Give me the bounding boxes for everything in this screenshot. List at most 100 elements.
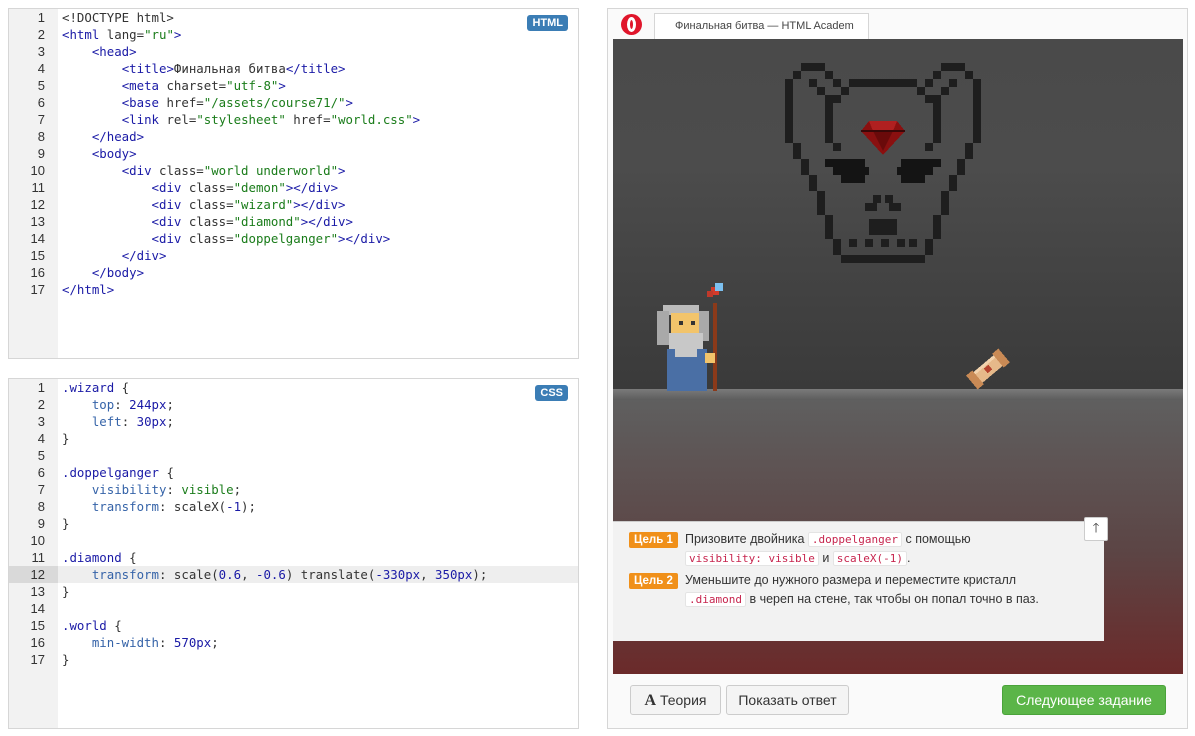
css-code[interactable]: 1 .wizard {2 top: 244px; 3 left: 30px; 4} 5 6… — [9, 379, 578, 668]
code-line[interactable]: 4} — [9, 430, 578, 447]
code-line[interactable]: 10 — [9, 532, 578, 549]
code-line[interactable]: 7 visibility: visible; — [9, 481, 578, 498]
html-editor[interactable]: 1 <!DOCTYPE html> 2 <html lang="ru"> 3 <head… — [8, 8, 579, 359]
code-line[interactable]: 6 <base href="/assets/course71/"> — [9, 94, 578, 111]
collapse-tasks-button[interactable]: 🡑 — [1084, 517, 1108, 541]
code-token: > — [173, 27, 182, 42]
demon-skull — [785, 63, 981, 263]
line-text: <head> — [62, 43, 137, 60]
code-line[interactable]: 16 </body> — [9, 264, 578, 281]
code-line[interactable]: 9 <body> — [9, 145, 578, 162]
code-line[interactable]: 10 <div class="world underworld"> — [9, 162, 578, 179]
code-token: </html> — [62, 282, 115, 297]
code-line[interactable]: 13} — [9, 583, 578, 600]
code-line[interactable]: 1 .wizard { — [9, 379, 578, 396]
code-line[interactable]: 12 transform: scale(0.6, -0.6) translate… — [9, 566, 578, 583]
code-token: -1 — [226, 499, 242, 514]
code-line[interactable]: 14 <div class="doppelganger"></div> — [9, 230, 578, 247]
code-token: -330px — [375, 567, 421, 582]
line-number: 8 — [37, 129, 45, 144]
code-token: } — [62, 652, 70, 667]
line-text: .wizard { — [62, 379, 129, 396]
show-answer-button[interactable]: Показать ответ — [726, 685, 849, 715]
code-line[interactable]: 8 transform: scaleX(-1); — [9, 498, 578, 515]
line-text: </head> — [62, 128, 144, 145]
line-text: .diamond { — [62, 549, 137, 566]
code-line[interactable]: 15 </div> — [9, 247, 578, 264]
code-line[interactable]: 14 — [9, 600, 578, 617]
line-text: } — [62, 583, 69, 600]
code-token: : — [158, 635, 174, 650]
code-token: { — [158, 465, 174, 480]
line-number: 13 — [30, 584, 45, 599]
line-number: 11 — [31, 550, 46, 565]
code-line[interactable]: 2 top: 244px; — [9, 396, 578, 413]
code-token: <div — [151, 180, 182, 195]
code-line[interactable]: 5 — [9, 447, 578, 464]
code-token: <meta — [121, 78, 159, 93]
code-line[interactable]: 11 .diamond { — [9, 549, 578, 566]
goal-1-code-scalex: scaleX(-1) — [832, 551, 908, 566]
code-line[interactable]: 16 min-width: 570px; — [9, 634, 578, 651]
code-token: </title> — [285, 61, 346, 76]
goal-1-code-doppelganger: .doppelganger — [807, 532, 902, 547]
code-line[interactable]: 13 <div class="diamond"></div> — [9, 213, 578, 230]
code-token: charset= — [159, 78, 227, 93]
code-line[interactable]: 6 .doppelganger { — [9, 464, 578, 481]
arrow-up-icon: 🡑 — [1092, 521, 1100, 536]
code-token: : scaleX( — [158, 499, 227, 514]
code-token: 244px — [129, 397, 167, 412]
code-line[interactable]: 9} — [9, 515, 578, 532]
code-token: > — [345, 95, 353, 110]
code-line[interactable]: 8 </head> — [9, 128, 578, 145]
opera-logo-icon — [621, 14, 642, 35]
css-editor[interactable]: 1 .wizard {2 top: 244px; 3 left: 30px; 4} 5 6… — [8, 378, 579, 729]
code-line[interactable]: 15 .world { — [9, 617, 578, 634]
code-token: : — [121, 414, 137, 429]
next-task-button[interactable]: Следующее задание — [1002, 685, 1166, 715]
goal-1-badge: Цель 1 — [629, 532, 678, 548]
code-token: ></div> — [338, 231, 391, 246]
code-token: -0.6 — [255, 567, 286, 582]
line-number: 2 — [37, 397, 45, 412]
code-token: , — [241, 567, 256, 582]
browser-preview: Финальная битва — HTML Academ Цель 1 При… — [607, 8, 1188, 729]
line-text: <body> — [62, 145, 137, 162]
line-number: 11 — [31, 180, 46, 195]
code-token: Финальная битва — [173, 61, 286, 76]
code-line[interactable]: 5 <meta charset="utf-8"> — [9, 77, 578, 94]
theory-button[interactable]: A Теория — [630, 685, 721, 715]
code-line[interactable]: 17} — [9, 651, 578, 668]
code-line[interactable]: 1 <!DOCTYPE html> — [9, 9, 578, 26]
code-line[interactable]: 7 <link rel="stylesheet" href="world.css… — [9, 111, 578, 128]
line-text: <base href="/assets/course71/"> — [62, 94, 353, 111]
code-line[interactable]: 2 <html lang="ru"> — [9, 26, 578, 43]
code-line[interactable]: 12 <div class="wizard"></div> — [9, 196, 578, 213]
code-token: .wizard — [62, 380, 115, 395]
code-token: { — [106, 618, 122, 633]
html-code[interactable]: 1 <!DOCTYPE html> 2 <html lang="ru"> 3 <head… — [9, 9, 578, 298]
code-token: <div — [121, 163, 152, 178]
code-line[interactable]: 3 <head> — [9, 43, 578, 60]
code-token: } — [62, 516, 70, 531]
code-line[interactable]: 3 left: 30px; — [9, 413, 578, 430]
browser-tab[interactable]: Финальная битва — HTML Academ — [654, 13, 869, 39]
code-token: > — [338, 163, 346, 178]
line-text: </div> — [62, 247, 167, 264]
code-line[interactable]: 4 <title>Финальная битва</title> — [9, 60, 578, 77]
code-line[interactable]: 11 <div class="demon"></div> — [9, 179, 578, 196]
line-text: } — [62, 651, 69, 668]
code-token: min-width — [91, 635, 159, 650]
code-token: : scale( — [158, 567, 219, 582]
goal-2-text-a: Уменьшите до нужного размера и перемести… — [685, 573, 1017, 587]
goal-2-badge: Цель 2 — [629, 573, 678, 589]
code-token: <body> — [91, 146, 137, 161]
line-text: visibility: visible; — [62, 481, 241, 498]
code-line[interactable]: 17 </html> — [9, 281, 578, 298]
code-token: "world underworld" — [203, 163, 339, 178]
line-number: 14 — [30, 601, 45, 616]
